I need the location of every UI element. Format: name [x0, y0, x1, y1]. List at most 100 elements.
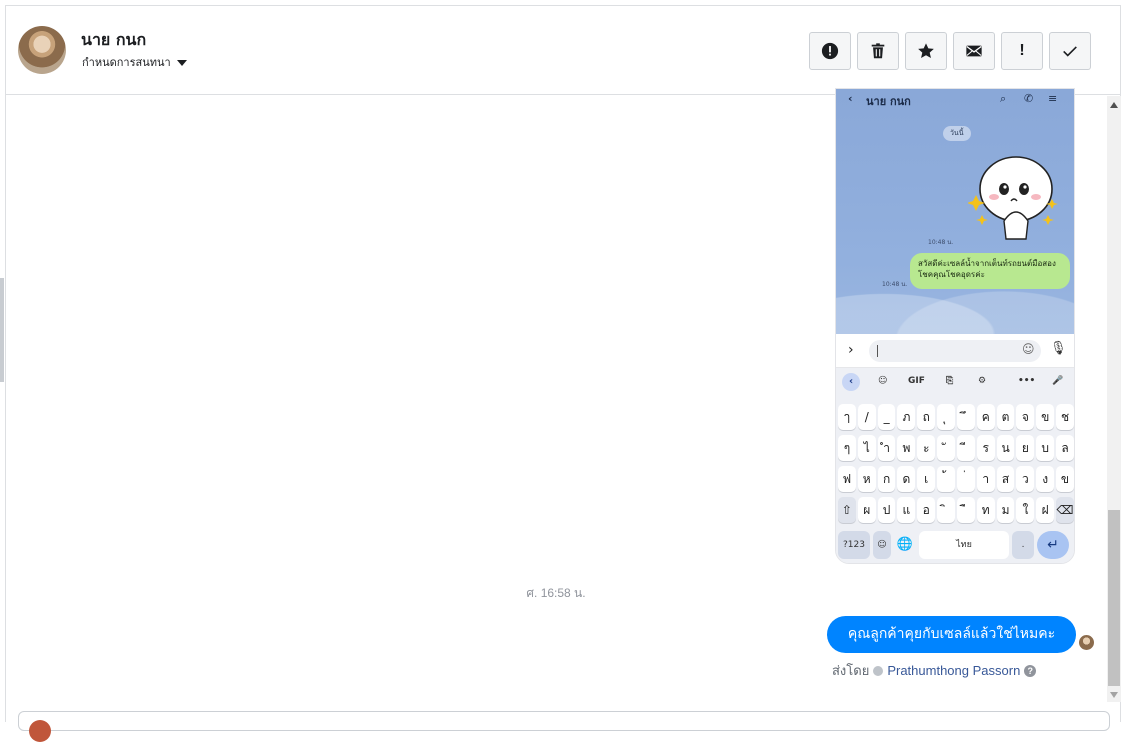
thai-keyboard: ‹ ☺ GIF ⎘ ⚙ ••• 🎤 ๅ / _ ภ ถ ุ ึ ค ต จ ข … [836, 368, 1074, 563]
key: ก [877, 466, 896, 492]
key: น [996, 435, 1015, 461]
key: ห [857, 466, 876, 492]
sender-name-link[interactable]: Prathumthong Passorn [887, 663, 1020, 678]
report-button[interactable] [809, 32, 851, 70]
key: ค [976, 404, 995, 430]
header-toolbar: ! [809, 32, 1091, 70]
key: ฝ [1036, 497, 1055, 523]
key: ำ [877, 435, 896, 461]
key-row-1: ๅ / _ ภ ถ ุ ึ ค ต จ ข ช [838, 404, 1074, 430]
key-row-2: ๆ ไ ำ พ ะ ั ี ร น ย บ ล [838, 435, 1074, 461]
key: เ [917, 466, 936, 492]
conversation-panel: นาย กนก กำหนดการสนทนา ! ‹ นาย กนก ⌕ ✆ ≡ … [5, 5, 1121, 742]
reply-composer[interactable] [18, 711, 1110, 742]
star-button[interactable] [905, 32, 947, 70]
key: ๆ [838, 435, 856, 461]
phone-message-bubble: สวัสดีค่ะเซลล์น้ำจากเต็นท์รถยนต์มือสองโช… [910, 253, 1070, 289]
key: อ [917, 497, 936, 523]
outgoing-message-bubble[interactable]: คุณลูกค้าคุยกับเซลล์แล้วใช่ไหมคะ [827, 616, 1076, 653]
sticker-icon: ☺ [878, 376, 888, 386]
key: ้ [937, 466, 955, 492]
key: ส [996, 466, 1015, 492]
contact-avatar[interactable] [18, 26, 66, 74]
key: ึ [956, 404, 975, 430]
key: า [976, 466, 995, 492]
left-edge-handle [0, 278, 4, 382]
emoji-icon: ☺ [1022, 342, 1035, 356]
microphone-icon: 🎙 [1050, 341, 1067, 356]
key: ต [996, 404, 1015, 430]
globe-icon: 🌐 [896, 537, 914, 552]
conversation-status-label: กำหนดการสนทนา [82, 56, 171, 69]
key: พ [897, 435, 916, 461]
key: ง [1036, 466, 1055, 492]
delete-button[interactable] [857, 32, 899, 70]
sent-by-line: ส่งโดย Prathumthong Passorn ? [832, 660, 1082, 681]
key: ป [877, 497, 896, 523]
key: ื [956, 497, 975, 523]
key: ล [1056, 435, 1074, 461]
check-icon [1063, 46, 1077, 57]
sticker-image [968, 156, 1058, 240]
scroll-up-arrow-icon[interactable] [1110, 102, 1118, 108]
scroll-down-arrow-icon[interactable] [1110, 692, 1118, 698]
conversation-status-dropdown[interactable]: กำหนดการสนทนา [82, 53, 187, 71]
message-timestamp: ศ. 16:58 น. [526, 586, 586, 600]
key: ข [1036, 404, 1055, 430]
key: ข [1056, 466, 1074, 492]
key: ย [1016, 435, 1035, 461]
key-row-bottom: ?123 ☺ 🌐 ไทย . ↵ [838, 531, 1074, 559]
trash-icon [871, 43, 885, 59]
important-button[interactable]: ! [1001, 32, 1043, 70]
star-icon [918, 43, 934, 59]
menu-icon: ≡ [1048, 92, 1058, 105]
key: ๅ [838, 404, 856, 430]
scrollbar-thumb[interactable] [1108, 510, 1120, 686]
key: ่ [956, 466, 975, 492]
enter-icon: ↵ [1037, 531, 1069, 559]
key: จ [1016, 404, 1035, 430]
space-key: ไทย [919, 531, 1009, 559]
phone-input-row: › ☺ 🎙 [836, 334, 1074, 368]
keyboard-mic-icon: 🎤 [1052, 376, 1064, 386]
key: ฟ [838, 466, 856, 492]
seen-avatar [1079, 635, 1094, 650]
emoji-comma-key: ☺ [873, 531, 891, 559]
phone-contact-title: นาย กนก [866, 95, 911, 108]
numbers-key: ?123 [838, 531, 870, 559]
key: ิ [937, 497, 955, 523]
alert-circle-icon [821, 42, 839, 60]
key: ท [976, 497, 995, 523]
caret-down-icon [176, 59, 187, 66]
composer-avatar [29, 720, 51, 742]
key: ช [1056, 404, 1074, 430]
key: _ [877, 404, 896, 430]
sender-badge-icon [873, 665, 884, 676]
key-row-4: ⇧ ผ ป แ อ ิ ื ท ม ใ ฝ ⌫ [838, 497, 1074, 523]
mark-done-button[interactable] [1049, 32, 1091, 70]
key: บ [1036, 435, 1055, 461]
conversation-header: นาย กนก กำหนดการสนทนา ! [6, 6, 1120, 95]
key: ภ [897, 404, 916, 430]
exclamation-icon: ! [1019, 42, 1025, 59]
message-time: 10:48 น. [882, 281, 908, 288]
image-attachment[interactable]: ‹ นาย กนก ⌕ ✆ ≡ วันนี้ 10:48 น. 10:48 น.… [835, 88, 1075, 564]
contact-name[interactable]: นาย กนก [81, 28, 146, 53]
search-icon: ⌕ [1000, 92, 1007, 105]
keyboard-toolbar: ‹ ☺ GIF ⎘ ⚙ ••• 🎤 [836, 368, 1074, 398]
phone-chat-topbar: ‹ นาย กนก ⌕ ✆ ≡ [836, 89, 1074, 109]
scrollbar[interactable] [1107, 96, 1121, 702]
key: ี [956, 435, 975, 461]
more-label: ••• [1018, 376, 1036, 386]
help-icon[interactable]: ? [1024, 664, 1037, 677]
backspace-key: ⌫ [1056, 497, 1074, 523]
sticker-time: 10:48 น. [928, 239, 954, 246]
key: ใ [1016, 497, 1035, 523]
key: / [857, 404, 876, 430]
envelope-icon [966, 45, 982, 57]
key: ั [937, 435, 955, 461]
key: ไ [857, 435, 876, 461]
mark-unread-button[interactable] [953, 32, 995, 70]
back-chevron-icon: ‹ [848, 92, 853, 105]
clipboard-icon: ⎘ [946, 376, 954, 386]
